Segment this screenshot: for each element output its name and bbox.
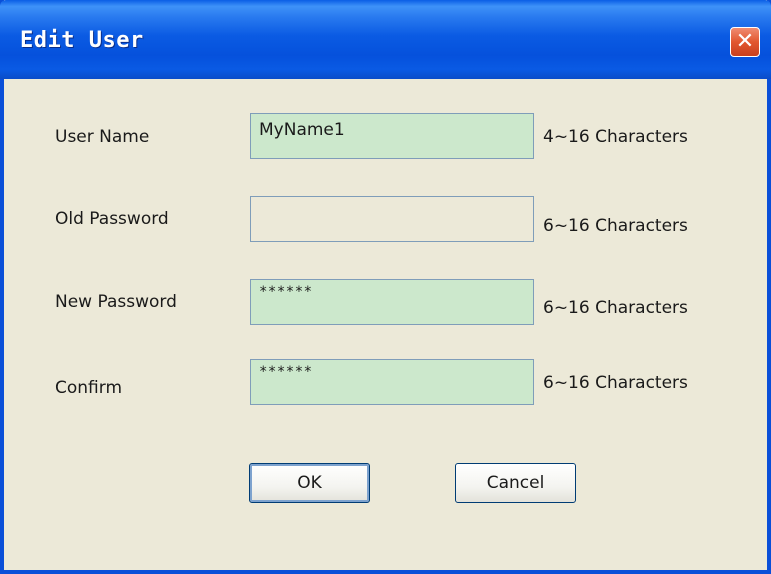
- user-name-hint: 4~16 Characters: [543, 127, 688, 147]
- new-password-hint: 6~16 Characters: [543, 298, 688, 318]
- window-title: Edit User: [20, 28, 144, 53]
- old-password-hint: 6~16 Characters: [543, 216, 688, 236]
- close-button[interactable]: ✕: [730, 27, 760, 57]
- new-password-field[interactable]: ******: [250, 279, 534, 325]
- close-icon: ✕: [735, 29, 755, 54]
- new-password-label: New Password: [55, 292, 177, 312]
- edit-user-dialog: Edit User ✕ User Name MyName1 4~16 Chara…: [0, 0, 771, 574]
- user-name-label: User Name: [55, 127, 150, 147]
- old-password-label: Old Password: [55, 209, 169, 229]
- title-bar[interactable]: Edit User ✕: [0, 0, 771, 79]
- confirm-label: Confirm: [55, 378, 123, 398]
- ok-button[interactable]: OK: [249, 463, 370, 503]
- user-name-field[interactable]: MyName1: [250, 113, 534, 159]
- old-password-field[interactable]: [250, 196, 534, 242]
- cancel-button[interactable]: Cancel: [455, 463, 576, 503]
- confirm-password-field[interactable]: ******: [250, 359, 534, 405]
- confirm-hint: 6~16 Characters: [543, 373, 688, 393]
